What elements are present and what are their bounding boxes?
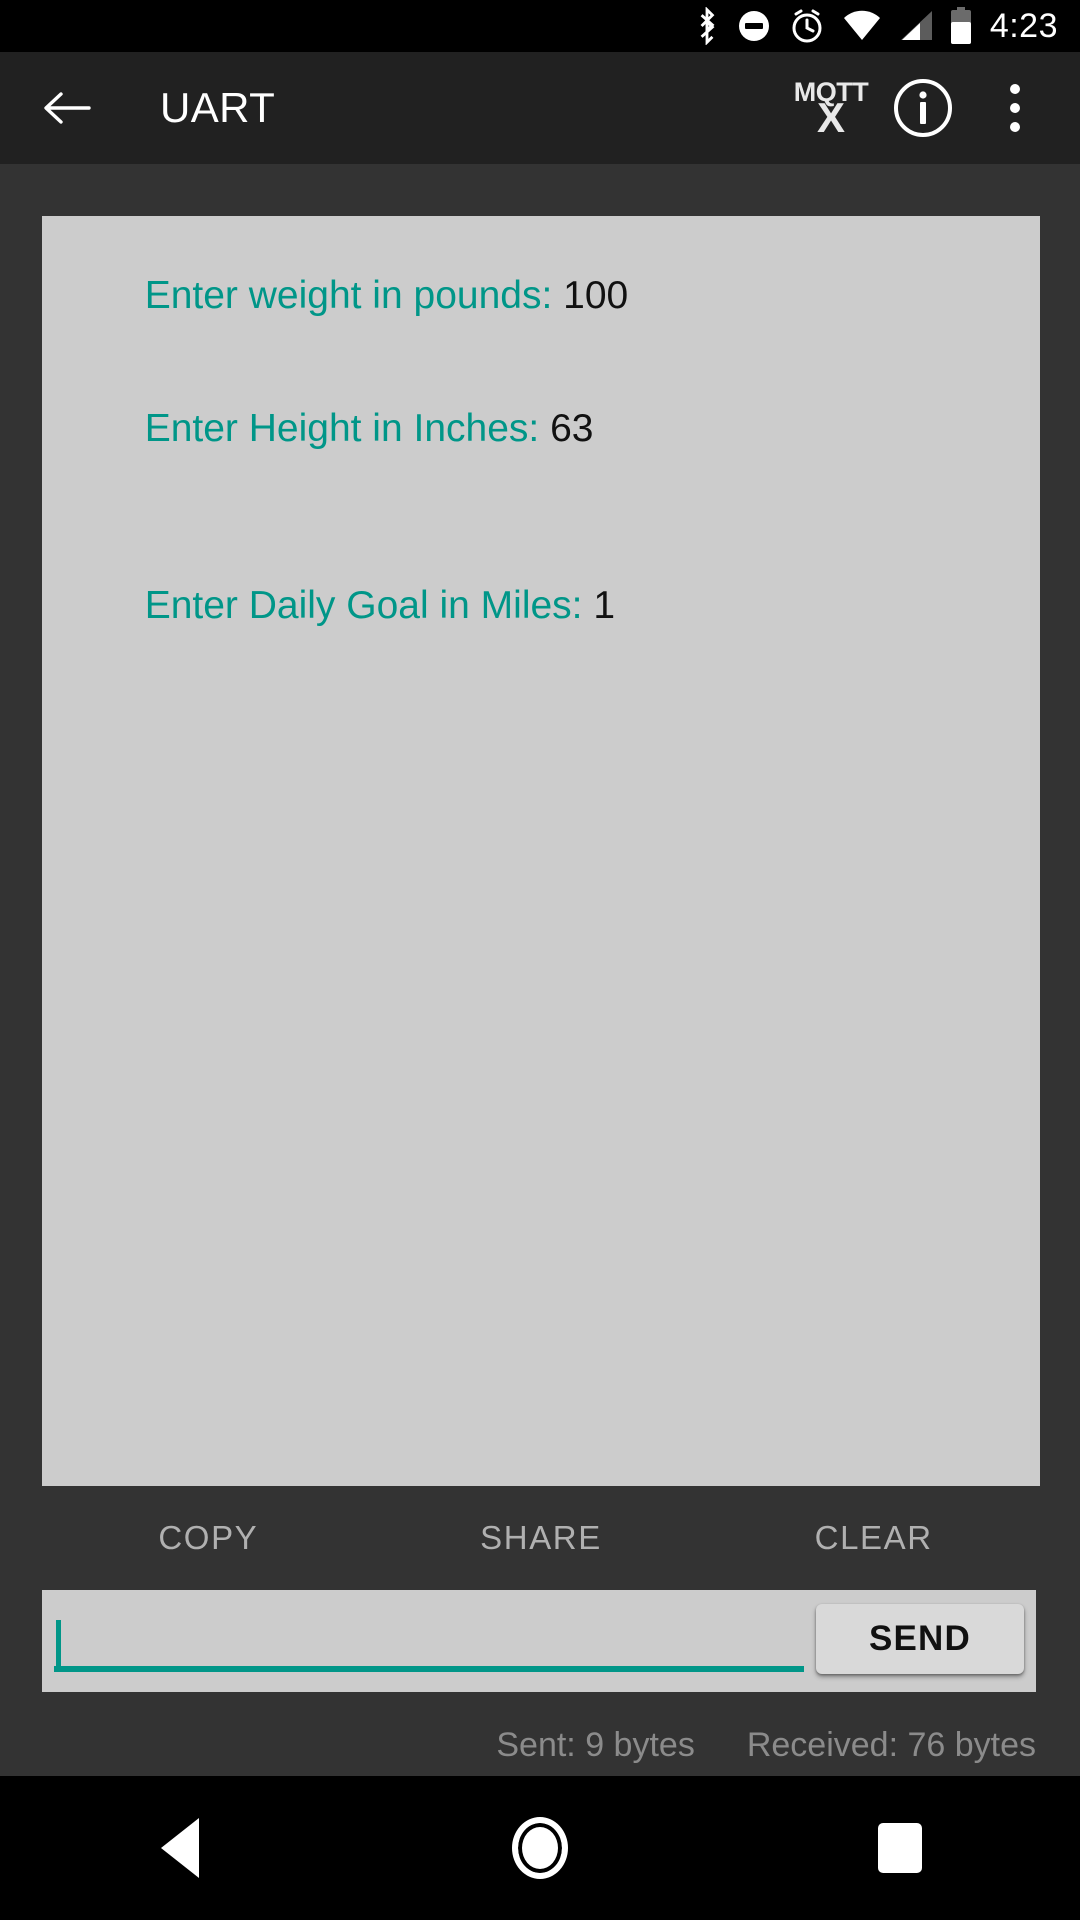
nav-recents-icon xyxy=(878,1823,922,1873)
back-arrow-icon xyxy=(44,92,91,124)
sent-bytes-label: Sent: 9 bytes xyxy=(496,1725,695,1764)
send-input-row: SEND xyxy=(42,1590,1036,1692)
alarm-icon xyxy=(792,9,822,43)
mqttx-icon: MQTT X xyxy=(794,78,869,141)
uart-input-field[interactable] xyxy=(54,1620,804,1660)
bluetooth-icon xyxy=(700,7,715,45)
status-bar: 4:23 xyxy=(0,0,1080,52)
nav-back-icon xyxy=(161,1818,199,1878)
console-line: Enter Height in Inches: 63 xyxy=(58,363,1024,496)
nav-recents-button[interactable] xyxy=(810,1776,990,1920)
input-underline xyxy=(54,1666,804,1672)
do-not-disturb-icon xyxy=(738,11,769,41)
status-icon-group xyxy=(694,7,972,45)
console-line-prompt: Enter Height in Inches: xyxy=(144,407,551,450)
byte-stats-row: Sent: 9 bytes Received: 76 bytes xyxy=(0,1692,1080,1776)
console-action-row: COPY SHARE CLEAR xyxy=(0,1486,1080,1590)
console-line: Enter Daily Goal in Miles: 1 xyxy=(58,540,1024,673)
mqttx-icon-label-bottom: X xyxy=(816,93,845,141)
uart-console-output[interactable]: Enter weight in pounds: 100 Enter Height… xyxy=(42,216,1040,1486)
mqttx-button[interactable]: MQTT X xyxy=(792,69,870,147)
cellular-signal-icon xyxy=(900,11,932,40)
console-line: Enter weight in pounds: 100 xyxy=(58,230,1024,363)
back-button[interactable] xyxy=(34,75,100,141)
info-button[interactable] xyxy=(884,69,962,147)
wifi-icon xyxy=(843,10,880,41)
console-line-value: 100 xyxy=(563,274,629,318)
text-caret xyxy=(56,1620,61,1668)
nav-home-icon xyxy=(512,1817,568,1879)
status-bar-clock: 4:23 xyxy=(989,7,1058,45)
main-content: Enter weight in pounds: 100 Enter Height… xyxy=(0,164,1080,1776)
nav-back-button[interactable] xyxy=(90,1776,270,1920)
share-button[interactable]: SHARE xyxy=(375,1519,708,1557)
phone-screen: 4:23 UART MQTT X Enter weight in pounds:… xyxy=(0,0,1080,1920)
overflow-menu-icon xyxy=(1010,84,1020,132)
info-icon xyxy=(894,79,952,137)
received-bytes-label: Received: 76 bytes xyxy=(746,1725,1036,1764)
console-line-value: 63 xyxy=(550,407,594,450)
clear-button[interactable]: CLEAR xyxy=(707,1519,1040,1557)
battery-icon xyxy=(950,7,971,44)
send-button[interactable]: SEND xyxy=(816,1604,1024,1674)
copy-button[interactable]: COPY xyxy=(42,1519,375,1557)
uart-input-wrapper[interactable] xyxy=(54,1594,804,1686)
android-nav-bar xyxy=(0,1776,1080,1920)
console-line-prompt: Enter weight in pounds: xyxy=(144,274,564,318)
console-line-prompt: Enter Daily Goal in Miles: xyxy=(144,583,594,627)
console-line-value: 1 xyxy=(593,583,616,627)
nav-home-button[interactable] xyxy=(450,1776,630,1920)
app-bar: UART MQTT X xyxy=(0,52,1080,164)
overflow-menu-button[interactable] xyxy=(976,69,1054,147)
page-title: UART xyxy=(160,84,276,131)
